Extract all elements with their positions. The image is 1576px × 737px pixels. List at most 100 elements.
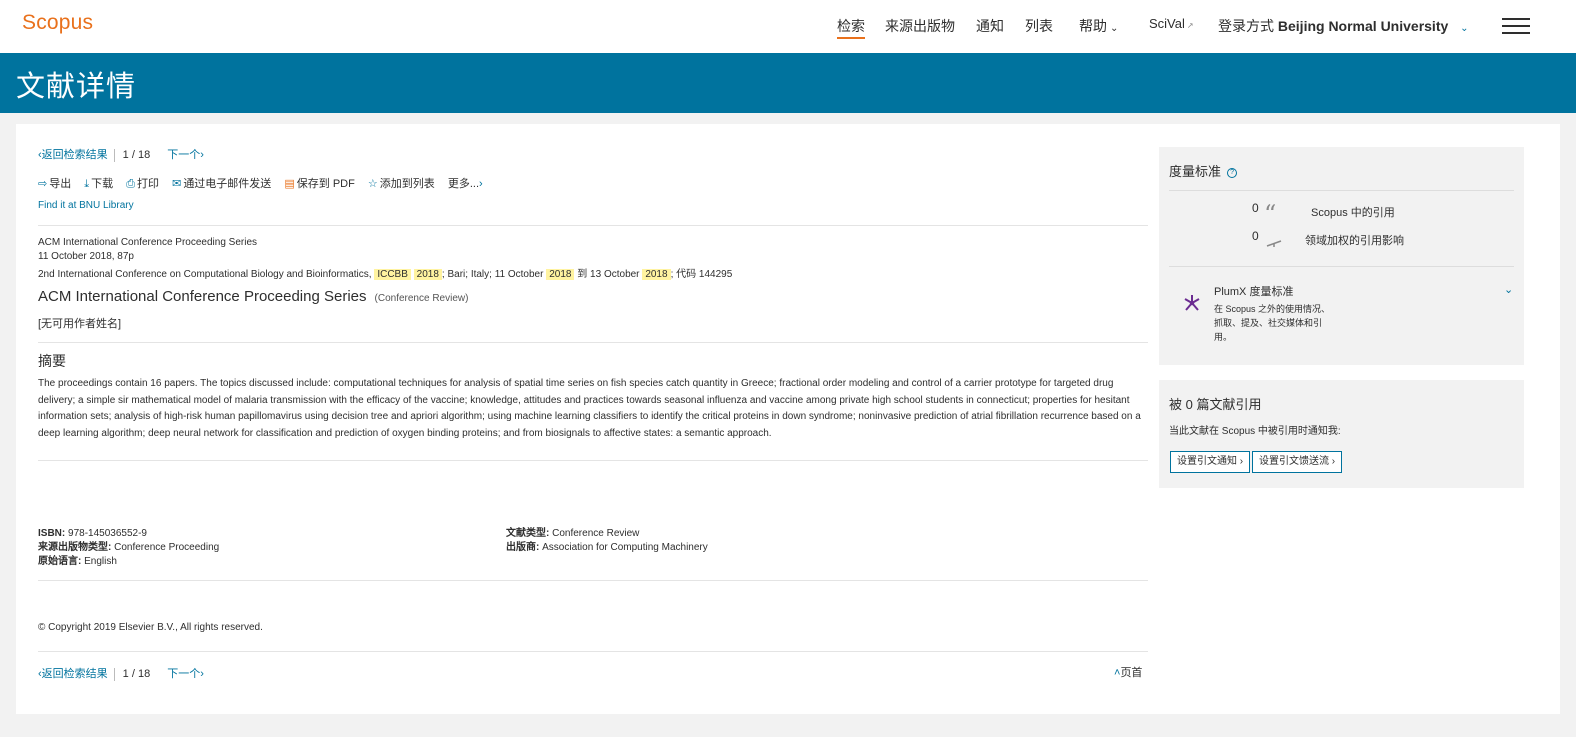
divider bbox=[113, 148, 115, 162]
conference-name: 2nd International Conference on Computat… bbox=[38, 269, 372, 280]
back-to-results-link[interactable]: ‹返回检索结果 bbox=[38, 149, 108, 161]
details-right: 文献类型: Conference Review 出版商: Association… bbox=[506, 527, 708, 555]
source-date-pages: 11 October 2018, 87p bbox=[38, 251, 134, 262]
login-institution-name: Beijing Normal University bbox=[1277, 18, 1449, 34]
source-type-value: Conference Proceeding bbox=[114, 542, 220, 553]
scopus-citations-count: 0 bbox=[1252, 201, 1259, 215]
nav-sources[interactable]: 来源出版物 bbox=[885, 16, 955, 36]
metrics-title-text: 度量标准 bbox=[1169, 164, 1222, 179]
nav-search[interactable]: 检索 bbox=[837, 16, 865, 39]
quote-icon: “ bbox=[1264, 200, 1277, 228]
help-icon[interactable]: ? bbox=[1227, 167, 1238, 178]
highlight-term: 2018 bbox=[642, 269, 671, 280]
language-label: 原始语言: bbox=[38, 556, 82, 567]
export-label: 导出 bbox=[49, 178, 72, 190]
total-results: 18 bbox=[137, 668, 151, 680]
scopus-citations-label[interactable]: Scopus 中的引用 bbox=[1311, 204, 1395, 220]
login-institution-menu[interactable]: 登录方式 Beijing Normal University ⌄ bbox=[1218, 16, 1469, 36]
top-navigation-bar: Scopus 检索 来源出版物 通知 列表 帮助 ⌄ SciVal ↗ 登录方式 B… bbox=[0, 0, 1576, 53]
highlight-term: 2018 bbox=[546, 269, 575, 280]
page-title: 文献详情 bbox=[16, 71, 137, 103]
authors: [无可用作者姓名] bbox=[38, 318, 122, 330]
position-separator: / bbox=[131, 668, 135, 680]
scopus-logo[interactable]: Scopus bbox=[22, 11, 93, 35]
set-citation-feed-button[interactable]: 设置引文馈送流 › bbox=[1252, 451, 1343, 473]
chevron-down-icon: ⌄ bbox=[1460, 23, 1469, 34]
copyright-text: © Copyright 2019 Elsevier B.V., All righ… bbox=[38, 622, 263, 633]
next-result-link[interactable]: 下一个› bbox=[167, 149, 204, 161]
chevron-down-icon: ⌄ bbox=[1110, 23, 1119, 34]
doc-type-label: 文献类型: bbox=[506, 528, 550, 539]
print-label: 打印 bbox=[137, 178, 160, 190]
conference-code: ; 代码 144295 bbox=[670, 269, 733, 280]
email-label: 通过电子邮件发送 bbox=[183, 178, 272, 190]
external-link-icon: ↗ bbox=[1186, 21, 1194, 30]
divider bbox=[38, 580, 1148, 581]
source-series: ACM International Conference Proceeding … bbox=[38, 237, 258, 248]
document-title-text: ACM International Conference Proceeding … bbox=[38, 288, 367, 305]
set-citation-feed-label: 设置引文馈送流 bbox=[1259, 456, 1329, 467]
chevron-right-icon: › bbox=[1331, 456, 1336, 467]
nav-help[interactable]: 帮助 ⌄ bbox=[1079, 16, 1118, 36]
back-to-results-label: 返回检索结果 bbox=[41, 149, 108, 161]
more-menu-button[interactable]: 更多...› bbox=[448, 175, 483, 191]
login-prefix: 登录方式 bbox=[1218, 18, 1274, 34]
language-value: English bbox=[84, 556, 117, 567]
star-icon: ☆ bbox=[367, 178, 378, 190]
divider bbox=[38, 225, 1148, 226]
chevron-down-icon[interactable]: ⌄ bbox=[1504, 283, 1513, 296]
position-separator: / bbox=[131, 149, 135, 161]
find-it-bnu-library-link[interactable]: Find it at BNU Library bbox=[38, 200, 134, 211]
doc-type-value: Conference Review bbox=[552, 528, 640, 539]
back-to-results-link[interactable]: ‹返回检索结果 bbox=[38, 668, 108, 680]
nav-lists[interactable]: 列表 bbox=[1025, 16, 1053, 36]
hamburger-menu-icon[interactable] bbox=[1502, 18, 1530, 34]
divider bbox=[38, 460, 1148, 461]
export-button[interactable]: ⇨ 导出 bbox=[38, 175, 71, 191]
add-to-list-label: 添加到列表 bbox=[379, 178, 435, 190]
nav-scival[interactable]: SciVal ↗ bbox=[1149, 16, 1194, 31]
save-pdf-label: 保存到 PDF bbox=[296, 178, 355, 190]
fwci-label[interactable]: 领域加权的引用影响 bbox=[1305, 232, 1404, 248]
top-pager: ‹返回检索结果 1 / 18 下一个› bbox=[38, 146, 204, 162]
download-icon: ⤓ bbox=[84, 178, 90, 190]
more-label: 更多... bbox=[447, 178, 480, 190]
print-button[interactable]: ⎙ 打印 bbox=[126, 175, 159, 191]
back-to-top-link[interactable]: ˄页首 bbox=[1114, 664, 1142, 680]
cited-by-description: 当此文献在 Scopus 中被引用时通知我: bbox=[1169, 426, 1341, 437]
set-citation-alert-button[interactable]: 设置引文通知 › bbox=[1170, 451, 1251, 473]
divider bbox=[1169, 190, 1514, 191]
download-button[interactable]: ⤓ 下载 bbox=[84, 175, 113, 191]
doc-type-row: 文献类型: Conference Review bbox=[506, 527, 708, 541]
email-button[interactable]: ✉ 通过电子邮件发送 bbox=[172, 175, 271, 191]
result-position: 1 / 18 bbox=[123, 668, 151, 680]
set-citation-alert-label: 设置引文通知 bbox=[1177, 456, 1237, 467]
nav-alerts[interactable]: 通知 bbox=[976, 16, 1004, 36]
highlight-term: 2018 bbox=[413, 269, 442, 280]
source-type-label: 来源出版物类型: bbox=[38, 542, 112, 553]
isbn-label: ISBN: bbox=[38, 528, 66, 539]
current-index: 1 bbox=[122, 668, 129, 680]
source-type-row: 来源出版物类型: Conference Proceeding bbox=[38, 541, 219, 555]
bottom-pager: ‹返回检索结果 1 / 18 下一个› bbox=[38, 665, 204, 681]
highlight-term: ICCBB bbox=[374, 269, 411, 280]
back-to-top-label: 页首 bbox=[1120, 667, 1143, 679]
document-toolbar: ⇨ 导出 ⤓ 下载 ⎙ 打印 ✉ 通过电子邮件发送 ▤ 保存到 PDF ☆ 添加到列表 更多… bbox=[38, 175, 493, 191]
export-icon: ⇨ bbox=[38, 178, 48, 190]
pdf-icon: ▤ bbox=[284, 178, 295, 190]
fwci-scale-icon bbox=[1266, 234, 1282, 247]
add-to-list-button[interactable]: ☆ 添加到列表 bbox=[368, 175, 435, 191]
conference-info: 2nd International Conference on Computat… bbox=[38, 265, 732, 280]
printer-icon: ⎙ bbox=[126, 178, 136, 190]
plumx-icon bbox=[1181, 292, 1203, 314]
language-row: 原始语言: English bbox=[38, 555, 219, 569]
next-result-label: 下一个 bbox=[167, 149, 201, 161]
page-title-band: 文献详情 bbox=[0, 53, 1576, 113]
next-result-link[interactable]: 下一个› bbox=[167, 668, 204, 680]
plumx-title[interactable]: PlumX 度量标准 bbox=[1214, 283, 1293, 299]
publisher-label: 出版商: bbox=[506, 542, 540, 553]
nav-scival-label: SciVal bbox=[1149, 16, 1185, 31]
save-pdf-button[interactable]: ▤ 保存到 PDF bbox=[284, 175, 354, 191]
divider bbox=[38, 342, 1148, 343]
back-to-results-label: 返回检索结果 bbox=[41, 668, 108, 680]
